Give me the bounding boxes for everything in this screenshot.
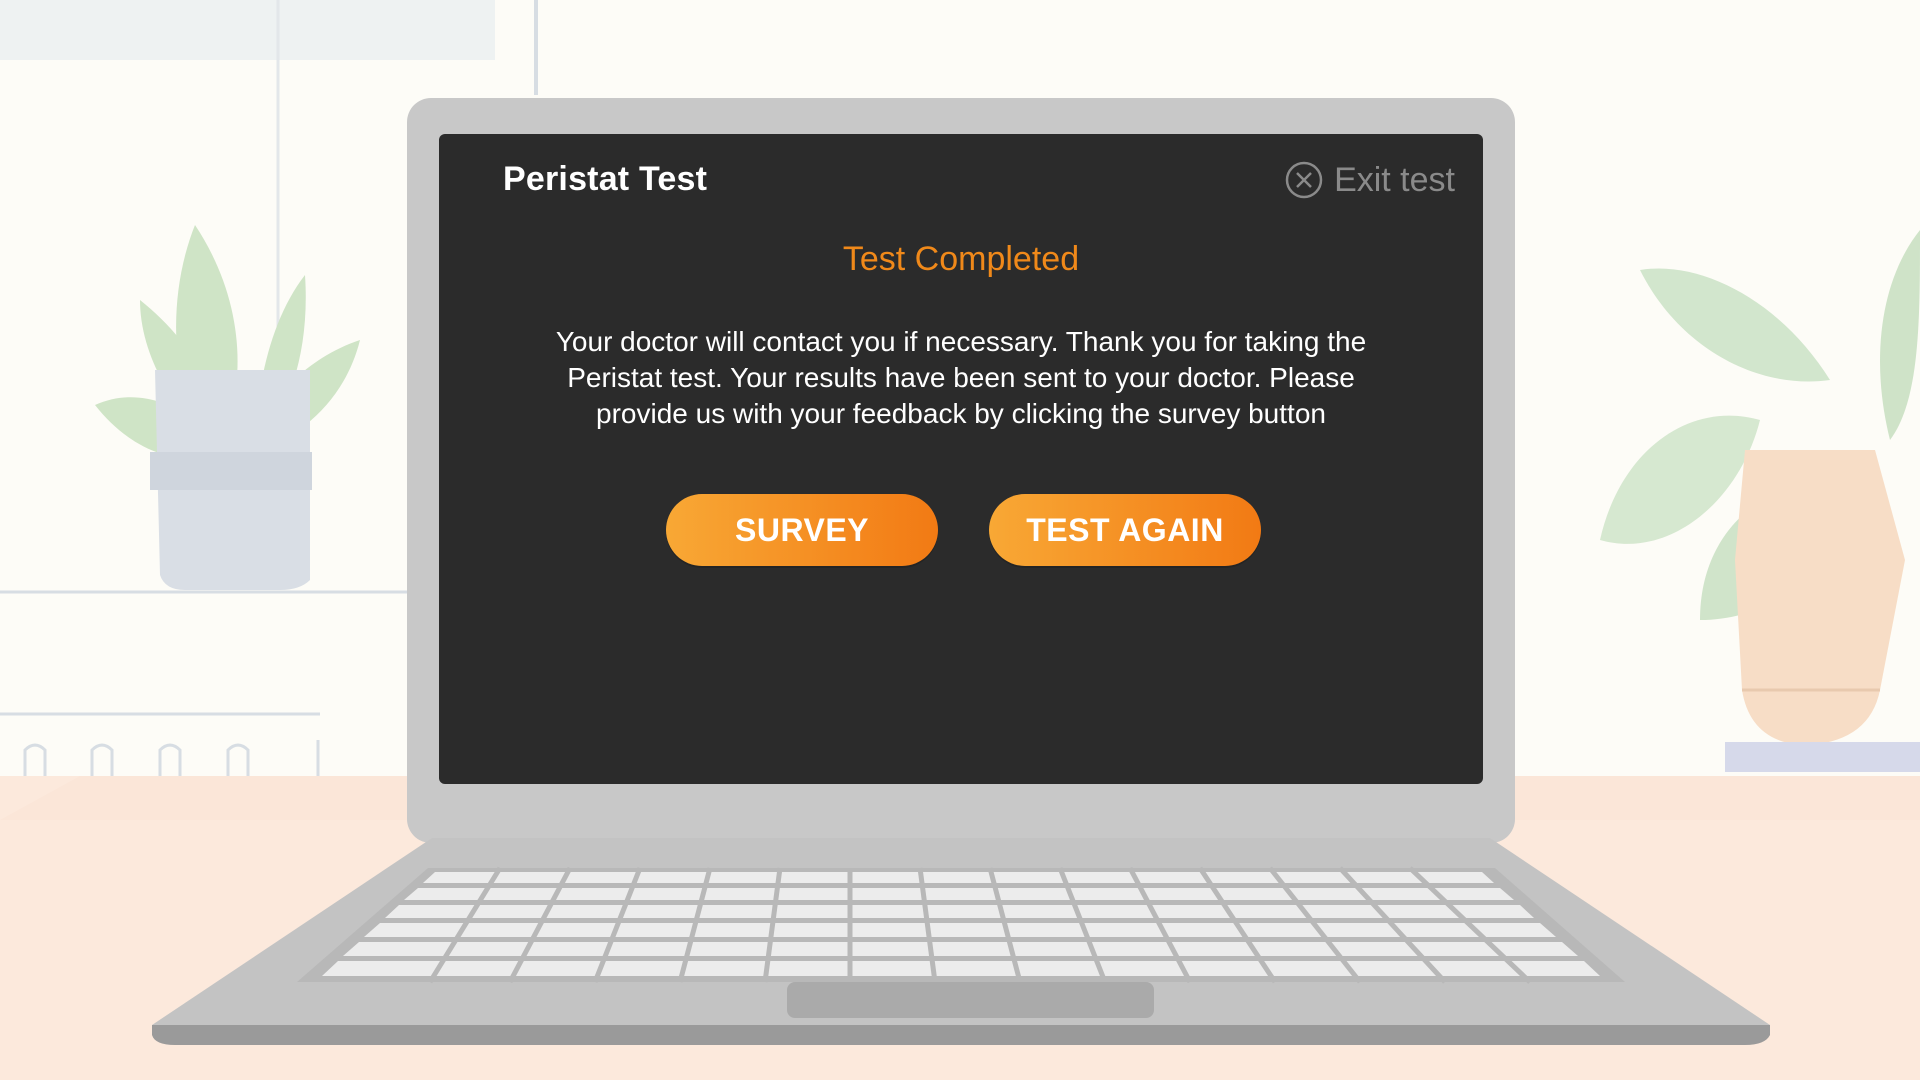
app-title: Peristat Test xyxy=(503,160,708,198)
result-message: Your doctor will contact you if necessar… xyxy=(555,326,1367,429)
window-pane xyxy=(0,0,495,60)
app-screen: Peristat Test Exit test Test Completed Y… xyxy=(439,134,1483,784)
test-again-button[interactable]: TEST AGAIN xyxy=(989,494,1261,566)
exit-test-button[interactable]: Exit test xyxy=(1284,160,1455,200)
trackpad xyxy=(787,982,1154,1018)
exit-test-label: Exit test xyxy=(1334,160,1455,199)
close-circle-icon xyxy=(1285,161,1323,199)
survey-button[interactable]: SURVEY xyxy=(666,494,938,566)
result-heading: Test Completed xyxy=(842,240,1080,278)
